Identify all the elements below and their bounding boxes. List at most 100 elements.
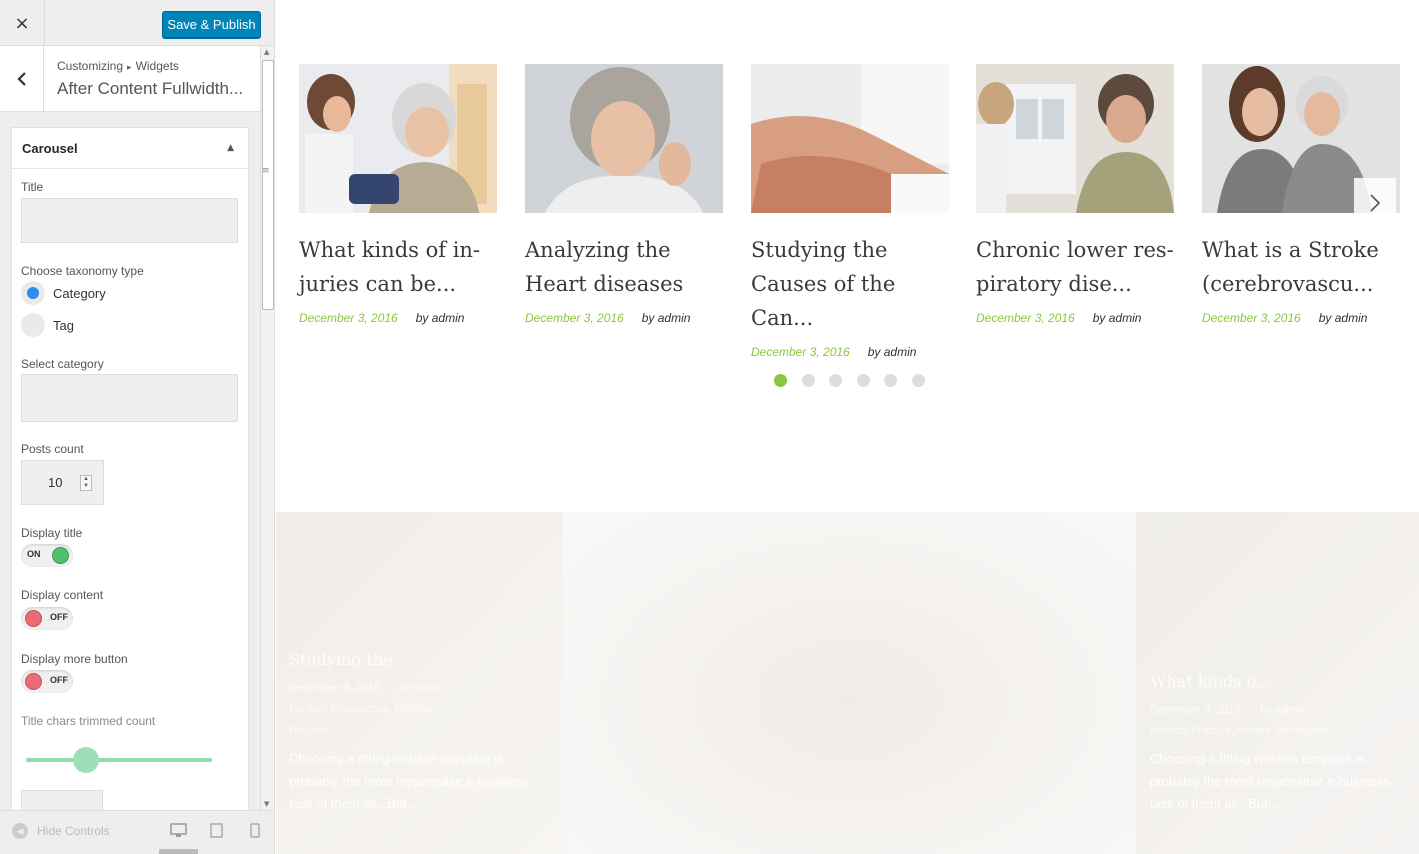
breadcrumb-root: Customizing — [57, 59, 124, 73]
featured-date[interactable]: December 3, 2016 — [289, 682, 380, 694]
chevron-left-icon — [16, 72, 26, 86]
hide-controls-button[interactable]: ◀ Hide Controls — [12, 823, 110, 839]
breadcrumb: Customizing ▸ Widgets — [57, 59, 179, 73]
posts-count-value: 10 — [48, 475, 63, 490]
scroll-grip-icon: ≡ — [262, 166, 270, 176]
toggle-knob — [25, 673, 42, 690]
save-publish-button[interactable]: Save & Publish — [162, 11, 261, 38]
customizer-header: × Save & Publish — [0, 0, 274, 46]
display-title-state: ON — [27, 549, 41, 559]
post-thumbnail[interactable] — [751, 64, 949, 213]
carousel-dot-6[interactable] — [911, 374, 925, 387]
select-category-label: Select category — [21, 357, 104, 371]
post-title[interactable]: What kinds of in-juries can be... — [299, 233, 497, 301]
post-author[interactable]: by admin — [1319, 311, 1368, 325]
featured-categories[interactable]: Medical Practice, Patient Information — [1150, 720, 1410, 742]
featured-categories[interactable]: Medical Researches, Medical Practice — [289, 698, 459, 742]
display-content-state: OFF — [50, 612, 68, 622]
radio-category[interactable]: Category — [21, 281, 106, 305]
sidebar-scrollbar[interactable]: ▲ ≡ ▼ — [260, 46, 274, 810]
display-more-label: Display more button — [21, 652, 128, 666]
radio-tag[interactable]: Tag — [21, 313, 74, 337]
featured-post-right[interactable]: What kinds o... December 3, 2016 by admi… — [1136, 512, 1419, 854]
carousel-dot-1[interactable] — [774, 374, 787, 387]
carousel-pagination — [774, 374, 939, 387]
post-date[interactable]: December 3, 2016 — [1202, 311, 1301, 325]
featured-date[interactable]: December 3, 2016 — [1150, 704, 1241, 716]
display-title-toggle[interactable]: ON — [21, 544, 73, 567]
close-customizer-button[interactable]: × — [0, 0, 45, 46]
category-select[interactable] — [21, 374, 238, 422]
post-date[interactable]: December 3, 2016 — [976, 311, 1075, 325]
post-thumbnail[interactable] — [976, 64, 1174, 213]
post-date[interactable]: December 3, 2016 — [525, 311, 624, 325]
post-date[interactable]: December 3, 2016 — [751, 345, 850, 359]
radio-tag-label: Tag — [53, 317, 74, 333]
carousel-dot-4[interactable] — [856, 374, 870, 387]
post-meta: December 3, 2016 by admin — [299, 311, 497, 325]
post-thumbnail[interactable] — [525, 64, 723, 213]
featured-excerpt: Choosing a fitting website template is p… — [289, 751, 529, 811]
taxonomy-label: Choose taxonomy type — [21, 264, 144, 278]
scroll-down-icon[interactable]: ▼ — [264, 800, 269, 808]
collapse-arrow-icon: ◀ — [12, 823, 28, 839]
tablet-preview-icon[interactable] — [210, 823, 223, 838]
title-input[interactable] — [21, 198, 238, 243]
mobile-preview-icon[interactable] — [250, 823, 260, 838]
featured-meta: December 3, 2016 by admin — [1150, 704, 1304, 716]
breadcrumb-separator-icon: ▸ — [127, 62, 132, 72]
post-meta: December 3, 2016 by admin — [751, 345, 949, 359]
featured-excerpt: Choosing a fitting website template is p… — [1150, 751, 1390, 811]
display-content-toggle[interactable]: OFF — [21, 607, 73, 630]
scroll-thumb[interactable] — [262, 60, 274, 310]
featured-author[interactable]: by admin — [399, 682, 444, 694]
hide-controls-label: Hide Controls — [37, 824, 110, 838]
customizer-sidebar: × Save & Publish Customizing ▸ Widgets Aft… — [0, 0, 275, 854]
post-title[interactable]: What is a Stroke (cerebrovascu... — [1202, 233, 1400, 301]
back-button[interactable] — [0, 46, 44, 112]
featured-author[interactable]: by admin — [1260, 704, 1305, 716]
customizer-footer: ◀ Hide Controls — [0, 810, 274, 854]
toggle-knob — [25, 610, 42, 627]
post-author[interactable]: by admin — [868, 345, 917, 359]
carousel-card[interactable]: Chronic lower res-piratory dise... Decem… — [976, 64, 1174, 325]
carousel-dot-3[interactable] — [829, 374, 842, 387]
trim-count-slider[interactable] — [26, 758, 212, 762]
display-more-toggle[interactable]: OFF — [21, 670, 73, 693]
radio-category-button[interactable] — [21, 281, 45, 305]
carousel-dot-2[interactable] — [801, 374, 815, 387]
featured-meta: December 3, 2016 by admin — [289, 682, 443, 694]
post-thumbnail[interactable] — [299, 64, 497, 213]
post-author[interactable]: by admin — [416, 311, 465, 325]
display-content-label: Display content — [21, 588, 104, 602]
section-title: After Content Fullwidth... — [57, 79, 244, 98]
post-title[interactable]: Chronic lower res-piratory dise... — [976, 233, 1174, 301]
site-preview: What kinds of in-juries can be... Decemb… — [276, 0, 1419, 854]
widget-title: Carousel — [22, 140, 78, 156]
featured-title[interactable]: What kinds o... — [1150, 672, 1271, 691]
post-date[interactable]: December 3, 2016 — [299, 311, 398, 325]
scroll-up-icon[interactable]: ▲ — [264, 48, 269, 56]
post-author[interactable]: by admin — [1093, 311, 1142, 325]
display-more-state: OFF — [50, 675, 68, 685]
toggle-knob — [52, 547, 69, 564]
carousel-card[interactable]: Analyzing the Heart diseases December 3,… — [525, 64, 723, 325]
carousel-card[interactable]: Studying the Causes of the Can... Decemb… — [751, 64, 949, 359]
widget-header[interactable]: Carousel ▲ — [12, 128, 248, 169]
post-title[interactable]: Studying the Causes of the Can... — [751, 233, 949, 335]
featured-post-left[interactable]: Studying the... December 3, 2016 by admi… — [276, 512, 563, 854]
carousel-card[interactable]: What kinds of in-juries can be... Decemb… — [299, 64, 497, 325]
featured-title[interactable]: Studying the... — [289, 650, 408, 669]
desktop-preview-icon[interactable] — [170, 823, 187, 838]
post-title[interactable]: Analyzing the Heart diseases — [525, 233, 723, 301]
radio-tag-button[interactable] — [21, 313, 45, 337]
posts-count-input[interactable]: 10 ▲ ▼ — [21, 460, 104, 505]
posts-count-spinner[interactable]: ▲ ▼ — [80, 475, 92, 491]
carousel-next-button[interactable] — [1354, 178, 1396, 228]
posts-count-label: Posts count — [21, 442, 84, 456]
trim-count-slider-handle[interactable] — [72, 747, 99, 773]
carousel-dot-5[interactable] — [884, 374, 897, 387]
post-author[interactable]: by admin — [642, 311, 691, 325]
featured-image-center[interactable] — [563, 512, 1136, 854]
collapse-caret-icon[interactable]: ▲ — [227, 143, 234, 153]
